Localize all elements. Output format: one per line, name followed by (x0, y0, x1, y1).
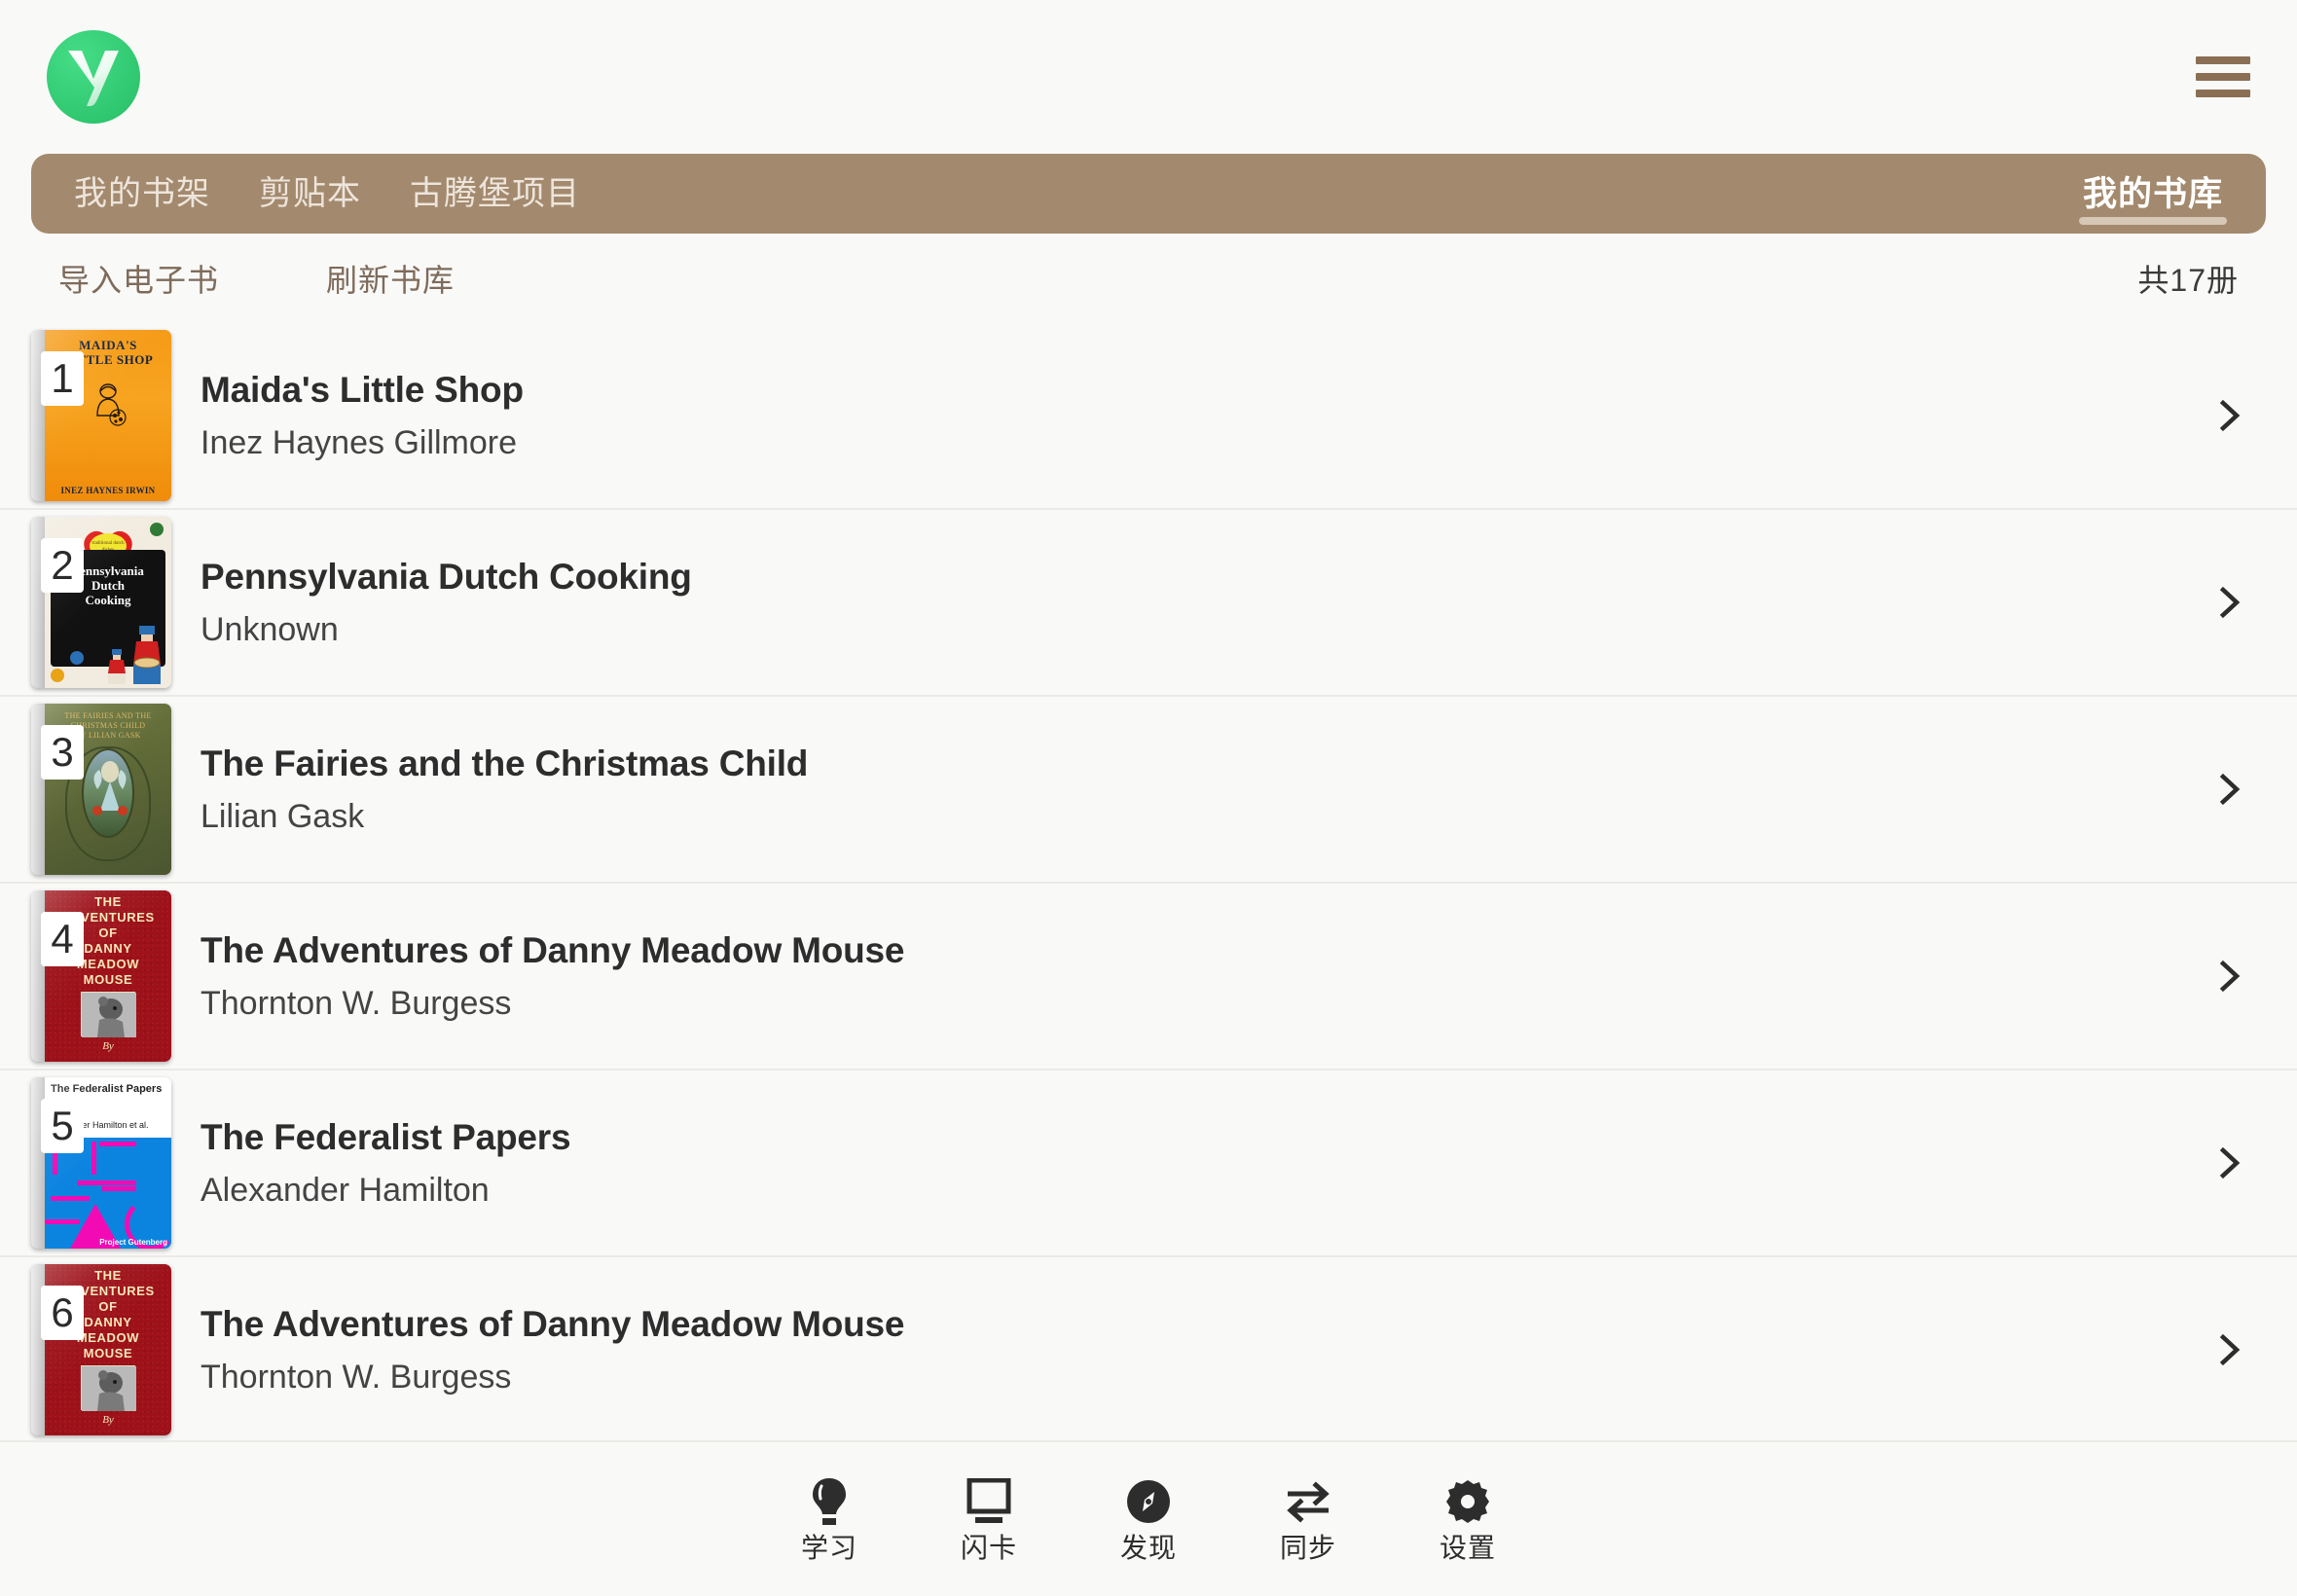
book-index-badge: 3 (41, 725, 84, 780)
gear-icon (1444, 1476, 1491, 1527)
nav-item-label: 学习 (800, 1533, 857, 1563)
book-list-item[interactable]: The Federalist Papers Alexander Hamilton … (0, 1070, 2297, 1257)
chevron-right-icon[interactable] (2207, 581, 2250, 624)
cover-illustration (82, 748, 134, 838)
book-author: Thornton W. Burgess (201, 1358, 512, 1396)
book-title: The Adventures of Danny Meadow Mouse (201, 1303, 905, 1344)
cover-rosette (70, 651, 84, 665)
chevron-right-icon[interactable] (2207, 1328, 2250, 1371)
tab-group-left: 我的书架 剪贴本 古腾堡项目 (68, 154, 586, 234)
cover-illustration (96, 383, 127, 426)
book-title: The Fairies and the Christmas Child (201, 743, 809, 783)
compass-icon (1125, 1476, 1172, 1527)
cover-illustration (81, 1365, 136, 1411)
nav-item-compass[interactable]: 发现 (1069, 1476, 1228, 1562)
book-author: Unknown (201, 610, 339, 648)
cover-author-text: By (102, 1414, 114, 1426)
book-cover: MAIDA'S LITTLE SHOP INEZ HAYNES IRWIN 1 (31, 330, 171, 501)
cover-figure-child (108, 649, 126, 684)
refresh-library-button[interactable]: 刷新书库 (326, 256, 455, 301)
tab-clipboard[interactable]: 剪贴本 (253, 154, 367, 234)
book-cover: THE ADVENTURES OF DANNY MEADOW MOUSE By 6 (31, 1264, 171, 1435)
cover-author-text: INEZ HAYNES IRWIN (60, 486, 156, 495)
book-list[interactable]: MAIDA'S LITTLE SHOP INEZ HAYNES IRWIN 1 Maid… (0, 323, 2297, 1440)
chevron-right-icon[interactable] (2207, 955, 2250, 998)
book-index-badge: 5 (41, 1099, 84, 1153)
import-ebook-button[interactable]: 导入电子书 (58, 256, 219, 301)
book-info: Maida's Little Shop Inez Haynes Gillmore (201, 370, 2184, 462)
book-cover: THE FAIRIES AND THE CHRISTMAS CHILD BY LIL… (31, 704, 171, 875)
cover-rosette (51, 669, 64, 682)
book-author: Lilian Gask (201, 797, 365, 835)
tab-my-library[interactable]: 我的书库 (2077, 154, 2229, 234)
book-title: The Adventures of Danny Meadow Mouse (201, 929, 905, 970)
book-list-item[interactable]: THE ADVENTURES OF DANNY MEADOW MOUSE By 4 The Ad… (0, 884, 2297, 1070)
cover-footer-text: Project Gutenberg (99, 1238, 167, 1247)
book-info: The Fairies and the Christmas Child Lilia… (201, 744, 2184, 836)
tab-group-right: 我的书库 (2077, 154, 2229, 234)
tab-gutenberg[interactable]: 古腾堡项目 (404, 154, 586, 234)
nav-item-label: 同步 (1279, 1533, 1336, 1563)
book-cover: traditional dutchdishesPennsylvaniaDutch… (31, 517, 171, 688)
book-index-badge: 1 (41, 351, 84, 406)
tab-my-bookshelf[interactable]: 我的书架 (68, 154, 216, 234)
book-author: Thornton W. Burgess (201, 984, 512, 1022)
hamburger-icon-bar (2196, 56, 2250, 64)
book-author: Inez Haynes Gillmore (201, 423, 518, 461)
nav-item-gear[interactable]: 设置 (1388, 1476, 1548, 1562)
book-index-badge: 2 (41, 538, 84, 593)
chevron-right-icon[interactable] (2207, 394, 2250, 437)
book-list-item[interactable]: MAIDA'S LITTLE SHOP INEZ HAYNES IRWIN 1 Maid… (0, 323, 2297, 510)
tab-bar: 我的书架 剪贴本 古腾堡项目 我的书库 (31, 154, 2266, 234)
app-logo[interactable] (47, 30, 140, 124)
hamburger-icon-bar (2196, 90, 2250, 97)
lightbulb-icon (808, 1476, 851, 1527)
book-count-label: 共17册 (2137, 263, 2239, 298)
book-title: Maida's Little Shop (201, 369, 524, 410)
book-index-badge: 4 (41, 912, 84, 966)
top-bar (0, 0, 2297, 154)
app-root: 我的书架 剪贴本 古腾堡项目 我的书库 导入电子书 刷新书库 共17册 MAID… (0, 0, 2297, 1596)
chevron-right-icon[interactable] (2207, 768, 2250, 811)
cover-illustration: Project Gutenberg (45, 1138, 171, 1249)
nav-item-label: 闪卡 (960, 1533, 1017, 1563)
cover-illustration (81, 992, 136, 1037)
nav-item-lightbulb[interactable]: 学习 (749, 1476, 909, 1562)
bottom-navigation: 学习 闪卡 发现 同步 设置 (0, 1440, 2297, 1596)
sync-arrows-icon (1284, 1476, 1332, 1527)
book-list-item[interactable]: traditional dutchdishesPennsylvaniaDutch… (0, 510, 2297, 697)
hamburger-icon-bar (2196, 73, 2250, 81)
nav-item-label: 设置 (1439, 1533, 1496, 1563)
cover-title-text: The Federalist Papers (51, 1083, 163, 1095)
book-title: Pennsylvania Dutch Cooking (201, 556, 692, 597)
nav-item-sync-arrows[interactable]: 同步 (1228, 1476, 1388, 1562)
book-cover: The Federalist Papers Alexander Hamilton … (31, 1077, 171, 1249)
flashcard-screen-icon (965, 1476, 1013, 1527)
book-title: The Federalist Papers (201, 1116, 571, 1157)
cover-rosette (150, 523, 164, 536)
cover-author-text: By (102, 1040, 114, 1052)
book-info: The Federalist Papers Alexander Hamilton (201, 1117, 2184, 1210)
chevron-right-icon[interactable] (2207, 1142, 2250, 1184)
book-list-item[interactable]: THE FAIRIES AND THE CHRISTMAS CHILD BY LIL… (0, 697, 2297, 884)
book-cover: THE ADVENTURES OF DANNY MEADOW MOUSE By 4 (31, 890, 171, 1062)
nav-item-label: 发现 (1119, 1533, 1177, 1563)
book-list-item[interactable]: THE ADVENTURES OF DANNY MEADOW MOUSE By 6 The Ad… (0, 1257, 2297, 1440)
cover-figure-woman (133, 626, 161, 684)
book-index-badge: 6 (41, 1286, 84, 1340)
svg-text:traditional dutch: traditional dutch (92, 541, 125, 546)
book-info: The Adventures of Danny Meadow Mouse Thor… (201, 1304, 2184, 1396)
hamburger-menu-button[interactable] (2196, 56, 2250, 97)
book-info: Pennsylvania Dutch Cooking Unknown (201, 557, 2184, 649)
book-info: The Adventures of Danny Meadow Mouse Thor… (201, 930, 2184, 1023)
nav-item-flashcard-screen[interactable]: 闪卡 (909, 1476, 1069, 1562)
book-author: Alexander Hamilton (201, 1171, 490, 1209)
action-row: 导入电子书 刷新书库 共17册 (0, 234, 2297, 323)
